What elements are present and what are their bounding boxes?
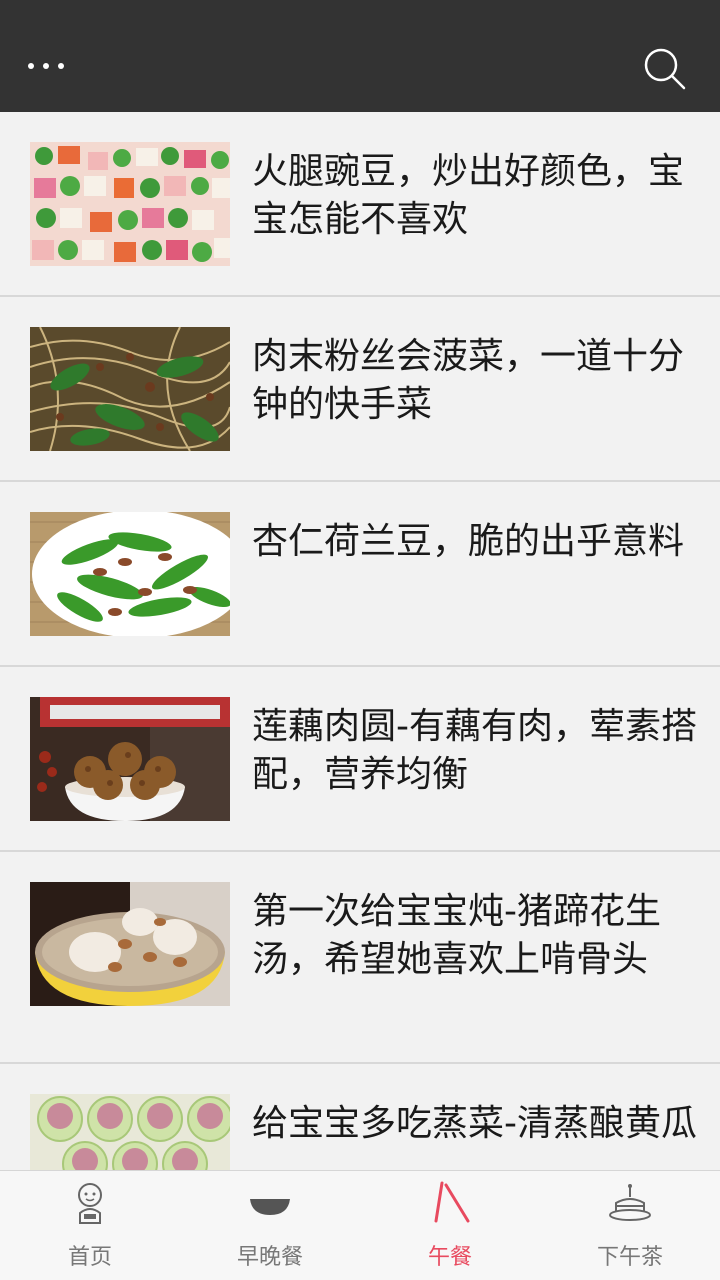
bottom-tab-bar: 首页 早晚餐 午餐 下午茶 — [0, 1170, 720, 1280]
cake-icon — [609, 1184, 651, 1221]
tab-label: 午餐 — [427, 1245, 472, 1270]
more-dots-icon[interactable] — [28, 56, 76, 76]
list-item[interactable]: 杏仁荷兰豆，脆的出乎意料 — [0, 482, 720, 667]
lotus-meatballs-thumbnail — [30, 697, 230, 821]
list-item[interactable]: 莲藕肉圆-有藕有肉，荤素搭配，营养均衡 — [0, 667, 720, 852]
bowl-icon — [250, 1199, 290, 1215]
article-title[interactable]: 火腿豌豆，炒出好颜色，宝宝怎能不喜欢 — [252, 148, 702, 244]
article-list[interactable]: 火腿豌豆，炒出好颜色，宝宝怎能不喜欢 肉末粉丝会菠菜，一道十分钟的快手菜 杏仁荷… — [0, 112, 720, 1170]
steamed-stuffed-cucumber-thumbnail — [30, 1094, 230, 1170]
pork-vermicelli-spinach-thumbnail — [30, 327, 230, 451]
list-item[interactable]: 给宝宝多吃蒸菜-清蒸酿黄瓜 — [0, 1064, 720, 1170]
article-title[interactable]: 给宝宝多吃蒸菜-清蒸酿黄瓜 — [252, 1100, 702, 1148]
tab-label: 首页 — [67, 1245, 112, 1270]
baby-icon — [78, 1183, 102, 1224]
tab-label: 早晚餐 — [236, 1245, 303, 1270]
article-title[interactable]: 杏仁荷兰豆，脆的出乎意料 — [252, 518, 702, 566]
list-item[interactable]: 第一次给宝宝炖-猪蹄花生汤，希望她喜欢上啃骨头 — [0, 852, 720, 1064]
chopsticks-icon — [434, 1181, 470, 1223]
article-title[interactable]: 莲藕肉圆-有藕有肉，荤素搭配，营养均衡 — [252, 703, 702, 799]
article-title[interactable]: 第一次给宝宝炖-猪蹄花生汤，希望她喜欢上啃骨头 — [252, 888, 702, 984]
tab-afternoon-tea[interactable]: 下午茶 — [540, 1171, 720, 1280]
list-item[interactable]: 肉末粉丝会菠菜，一道十分钟的快手菜 — [0, 297, 720, 482]
ham-peas-thumbnail — [30, 142, 230, 266]
top-bar — [0, 0, 720, 112]
search-icon[interactable] — [640, 44, 688, 92]
pork-trotter-peanut-soup-thumbnail — [30, 882, 230, 1006]
tab-home[interactable]: 首页 — [0, 1171, 180, 1280]
article-title[interactable]: 肉末粉丝会菠菜，一道十分钟的快手菜 — [252, 333, 702, 429]
tab-lunch[interactable]: 午餐 — [360, 1171, 540, 1280]
tab-label: 下午茶 — [596, 1245, 663, 1270]
list-item[interactable]: 火腿豌豆，炒出好颜色，宝宝怎能不喜欢 — [0, 112, 720, 297]
almond-snow-peas-thumbnail — [30, 512, 230, 636]
tab-breakfast-dinner[interactable]: 早晚餐 — [180, 1171, 360, 1280]
